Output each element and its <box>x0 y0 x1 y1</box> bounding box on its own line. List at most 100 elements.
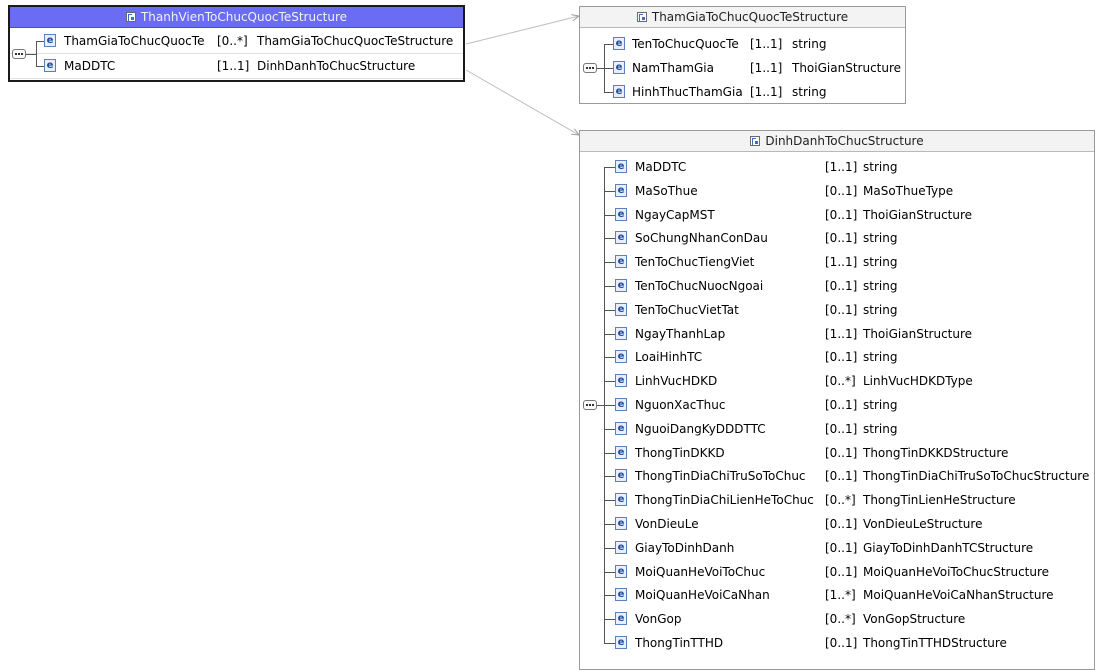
branch-line <box>604 476 615 478</box>
element-name: NguonXacThuc <box>635 398 726 412</box>
element-type: VonDieuLeStructure <box>863 517 983 531</box>
element-name: NguoiDangKyDDDTTC <box>635 421 766 436</box>
branch-line <box>604 619 615 621</box>
element-icon: e <box>615 636 627 649</box>
element-row[interactable]: e NguoiDangKyDDDTTC [0..1] string <box>580 418 1094 442</box>
element-cardinality: [1..1] <box>750 85 783 99</box>
element-row[interactable]: e NgayThanhLap [1..1] ThoiGianStructure <box>580 323 1094 347</box>
branch-line <box>604 524 615 525</box>
element-row[interactable]: e ThongTinDiaChiLienHeToChuc [0..*] ThongTi… <box>580 489 1094 513</box>
branch-line <box>604 68 613 69</box>
sequence-connector-line <box>597 405 604 406</box>
element-row[interactable]: e MoiQuanHeVoiCaNhan [1..*] MoiQuanHeVoiCaN… <box>580 584 1094 608</box>
element-type: MaSoThueType <box>863 183 954 198</box>
branch-line <box>604 405 615 406</box>
element-cardinality: [1..*] <box>825 588 856 603</box>
box-header: DinhDanhToChucStructure <box>580 131 1094 152</box>
element-name: SoChungNhanConDau <box>635 231 768 246</box>
element-row[interactable]: e MaDDTC [1..1] string <box>580 156 1094 180</box>
element-row[interactable]: e LinhVucHDKD [0..*] LinhVucHDKDType <box>580 370 1094 394</box>
element-cardinality: [0..1] <box>825 231 858 246</box>
element-name: NamThamGia <box>632 61 714 75</box>
element-row[interactable]: e TenToChucVietTat [0..1] string <box>580 299 1094 323</box>
element-type: string <box>863 350 898 365</box>
element-icon: e <box>44 34 56 47</box>
element-row[interactable]: e NguonXacThuc [0..1] string <box>580 394 1094 418</box>
branch-line <box>604 190 615 192</box>
element-name: ThongTinDKKD <box>635 445 725 460</box>
element-row[interactable]: e VonGop [0..*] VonGopStructure <box>580 608 1094 632</box>
element-row[interactable]: e GiayToDinhDanh [0..1] GiayToDinhDanhTCStr… <box>580 537 1094 561</box>
element-cardinality: [0..1] <box>825 302 858 317</box>
element-row[interactable]: e MaSoThue [0..1] MaSoThueType <box>580 180 1094 204</box>
element-name: TenToChucNuocNgoai <box>635 279 764 293</box>
element-row[interactable]: e NamThamGia [1..1] ThoiGianStructure <box>580 57 905 81</box>
complex-type-thanhvientochucquocte[interactable]: ThanhVienToChucQuocTeStructure e ThamGiaT… <box>8 5 465 82</box>
element-row[interactable]: e TenToChucQuocTe [1..1] string <box>580 33 905 57</box>
branch-line <box>604 286 615 287</box>
element-cardinality: [0..*] <box>825 374 856 389</box>
branch-line <box>604 214 615 216</box>
element-type: string <box>792 37 827 51</box>
complex-type-thamgiatochucquocte[interactable]: ThamGiaToChucQuocTeStructure e TenToChucQ… <box>579 6 906 104</box>
element-icon: e <box>615 540 627 554</box>
element-cardinality: [0..1] <box>825 421 858 436</box>
element-cardinality: [0..*] <box>217 34 248 48</box>
box-header: ThanhVienToChucQuocTeStructure <box>10 7 463 28</box>
element-cardinality: [1..1] <box>217 59 250 73</box>
branch-line <box>604 571 615 573</box>
element-row[interactable]: e TenToChucTiengViet [1..1] string <box>580 251 1094 275</box>
element-name: VonDieuLe <box>635 517 699 531</box>
branch-line <box>604 500 615 502</box>
complex-type-icon <box>636 12 647 22</box>
element-row[interactable]: e VonDieuLe [0..1] VonDieuLeStructure <box>580 513 1094 537</box>
element-icon: e <box>615 517 627 530</box>
sequence-icon[interactable] <box>12 48 26 59</box>
complex-type-dinhdanhtochuc[interactable]: DinhDanhToChucStructure e MaDDTC [1..1] str… <box>579 130 1095 670</box>
element-name: MoiQuanHeVoiToChuc <box>635 564 766 579</box>
branch-line <box>36 66 44 67</box>
element-cardinality: [0..1] <box>825 564 858 579</box>
element-cardinality: [0..1] <box>825 398 858 412</box>
element-cardinality: [1..1] <box>825 160 858 174</box>
sequence-connector-line <box>597 68 604 69</box>
element-row[interactable]: e ThongTinDKKD [0..1] ThongTinDKKDStructure <box>580 442 1094 466</box>
element-row[interactable]: e TenToChucNuocNgoai [0..1] string <box>580 275 1094 299</box>
box-title: DinhDanhToChucStructure <box>765 134 924 148</box>
element-name: MaDDTC <box>635 160 687 174</box>
element-row[interactable]: e NgayCapMST [0..1] ThoiGianStructure <box>580 204 1094 228</box>
element-row[interactable]: e HinhThucThamGia [1..1] string <box>580 81 905 105</box>
element-name: NgayCapMST <box>635 207 715 222</box>
tree-trunk-line <box>604 167 605 643</box>
element-icon: e <box>615 326 627 340</box>
element-type: ThoiGianStructure <box>792 61 902 75</box>
branch-line <box>604 262 615 264</box>
element-type: MoiQuanHeVoiToChucStructure <box>863 564 1050 579</box>
branch-line <box>604 381 615 383</box>
sequence-icon[interactable] <box>583 400 597 410</box>
element-icon: e <box>613 61 625 74</box>
element-name: LinhVucHDKD <box>635 374 718 389</box>
branch-line <box>604 595 615 597</box>
element-row[interactable]: e LoaiHinhTC [0..1] string <box>580 346 1094 370</box>
element-cardinality: [1..1] <box>825 255 858 270</box>
element-cardinality: [0..*] <box>825 493 856 508</box>
element-icon: e <box>615 207 627 221</box>
element-cardinality: [1..1] <box>825 326 858 341</box>
element-type: ThongTinLienHeStructure <box>863 493 1016 508</box>
element-icon: e <box>615 469 627 483</box>
element-row[interactable]: e MoiQuanHeVoiToChuc [0..1] MoiQuanHeVoiToC… <box>580 561 1094 585</box>
sequence-icon[interactable] <box>583 63 597 73</box>
element-name: LoaiHinhTC <box>635 350 703 365</box>
element-type: string <box>863 160 898 174</box>
element-row[interactable]: e MaDDTC [1..1] DinhDanhToChucStructure <box>10 55 463 79</box>
element-row[interactable]: e ThongTinTTHD [0..1] ThongTinTTHDStructure <box>580 632 1094 656</box>
link-maddtc <box>465 69 579 135</box>
element-row[interactable]: e ThongTinDiaChiTruSoToChuc [0..1] ThongTin… <box>580 465 1094 489</box>
element-row[interactable]: e ThamGiaToChucQuocTe [0..*] ThamGiaToChucQ… <box>10 30 463 54</box>
element-type: string <box>863 255 898 270</box>
element-row[interactable]: e SoChungNhanConDau [0..1] string <box>580 227 1094 251</box>
branch-line <box>604 309 615 311</box>
element-cardinality: [0..*] <box>825 612 856 627</box>
element-name: ThongTinTTHD <box>635 636 724 650</box>
